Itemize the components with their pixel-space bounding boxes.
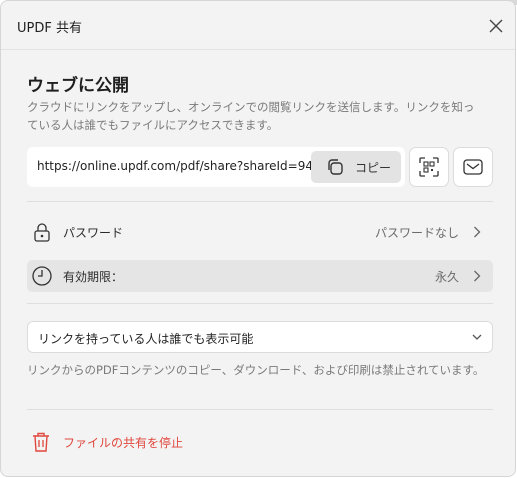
chevron-right-icon <box>474 270 481 282</box>
divider <box>27 303 493 304</box>
close-button[interactable] <box>485 15 507 37</box>
chevron-right-icon <box>474 226 481 238</box>
close-icon <box>489 19 503 33</box>
password-setting-row[interactable]: パスワード パスワードなし <box>27 216 493 248</box>
stop-sharing-button[interactable]: ファイルの共有を停止 <box>31 429 183 455</box>
publish-description: クラウドにリンクをアップし、オンラインでの閲覧リンクを送信します。リンクを知って… <box>27 100 475 132</box>
share-url[interactable]: https://online.updf.com/pdf/share?shareI… <box>37 159 322 173</box>
access-permission-select[interactable]: リンクを持っている人は誰でも表示可能 <box>27 321 493 353</box>
publish-heading: ウェブに公開 <box>27 76 129 96</box>
mail-icon <box>463 159 483 175</box>
password-value: パスワードなし <box>374 226 459 240</box>
expiry-value: 永久 <box>434 270 459 284</box>
copy-icon <box>328 159 343 175</box>
clock-icon <box>32 266 52 286</box>
copy-button[interactable]: コピー <box>311 151 401 183</box>
divider <box>27 201 493 202</box>
lock-icon <box>34 223 50 242</box>
copy-label: コピー <box>355 160 392 175</box>
share-link-box: https://online.updf.com/pdf/share?shareI… <box>27 147 405 187</box>
access-permission-value: リンクを持っている人は誰でも表示可能 <box>38 332 254 346</box>
expiry-setting-row[interactable]: 有効期限： 永久 <box>27 260 493 292</box>
qr-scan-icon <box>419 157 439 177</box>
title-bar: UPDF 共有 <box>1 1 515 50</box>
email-button[interactable] <box>453 147 493 187</box>
trash-icon <box>33 432 49 452</box>
password-label: パスワード <box>63 226 124 240</box>
window-title: UPDF 共有 <box>17 21 82 36</box>
chevron-down-icon <box>472 334 482 340</box>
stop-sharing-label: ファイルの共有を停止 <box>63 435 184 450</box>
permission-note: リンクからのPDFコンテンツのコピー、ダウンロード、および印刷は禁止されています… <box>27 363 485 377</box>
qr-code-button[interactable] <box>409 147 449 187</box>
expiry-label: 有効期限： <box>63 270 124 284</box>
divider <box>27 409 493 410</box>
share-dialog: UPDF 共有 ウェブに公開 クラウドにリンクをアップし、オンラインでの閲覧リン… <box>0 0 516 477</box>
